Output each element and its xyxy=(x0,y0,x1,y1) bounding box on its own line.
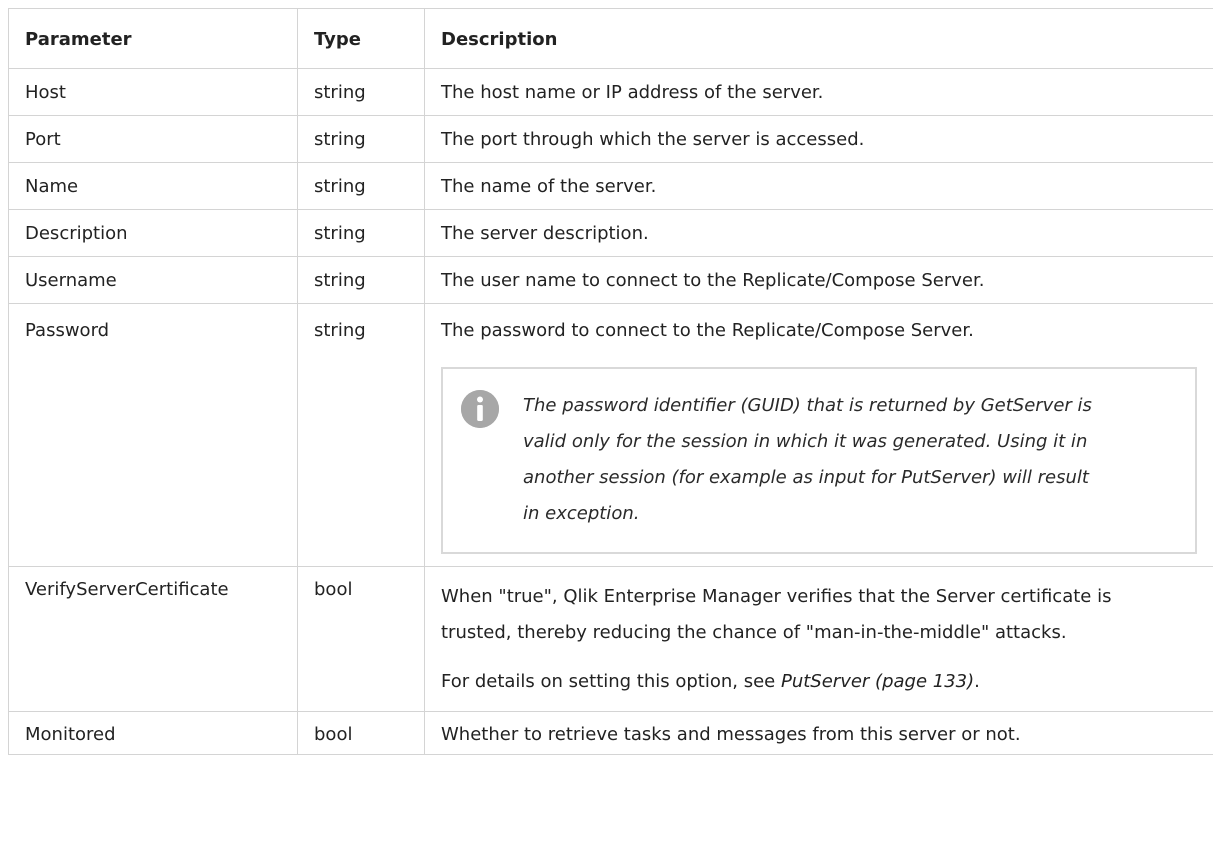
info-icon-glyph xyxy=(461,390,499,428)
table-row-description: Description string The server descriptio… xyxy=(8,209,1213,257)
description-cell: The port through which the server is acc… xyxy=(424,115,1213,163)
details-text: For details on setting this option, see … xyxy=(441,667,1197,697)
description-cell: Whether to retrieve tasks and messages f… xyxy=(424,711,1213,755)
description-text: The password to connect to the Replicate… xyxy=(441,320,974,341)
parameter-cell: Password xyxy=(8,303,298,567)
putserver-link[interactable]: PutServer (page 133) xyxy=(781,671,974,692)
table-row-password: Password string The password to connect … xyxy=(8,303,1213,567)
parameter-cell: VerifyServerCertificate xyxy=(8,566,298,712)
parameter-cell: Name xyxy=(8,162,298,210)
description-cell: The password to connect to the Replicate… xyxy=(424,303,1213,567)
table-row-verifyservercertificate: VerifyServerCertificate bool When "true"… xyxy=(8,566,1213,712)
parameter-text: Password xyxy=(25,320,110,341)
type-cell: string xyxy=(297,303,425,567)
table-row-name: Name string The name of the server. xyxy=(8,162,1213,210)
description-text: When "true", Qlik Enterprise Manager ver… xyxy=(441,586,1112,643)
table-row-port: Port string The port through which the s… xyxy=(8,115,1213,163)
parameter-cell: Monitored xyxy=(8,711,298,755)
description-cell: The server description. xyxy=(424,209,1213,257)
parameter-cell: Host xyxy=(8,68,298,116)
table-header-row: Parameter Type Description xyxy=(8,8,1213,69)
info-icon xyxy=(461,390,499,428)
table-row-username: Username string The user name to connect… xyxy=(8,256,1213,304)
parameter-cell: Username xyxy=(8,256,298,304)
description-cell: The host name or IP address of the serve… xyxy=(424,68,1213,116)
note-text: The password identifier (GUID) that is r… xyxy=(523,395,1092,524)
details-suffix: . xyxy=(974,671,980,692)
parameter-cell: Port xyxy=(8,115,298,163)
table-row-monitored: Monitored bool Whether to retrieve tasks… xyxy=(8,711,1213,755)
type-cell: string xyxy=(297,162,425,210)
table-row-host: Host string The host name or IP address … xyxy=(8,68,1213,116)
type-cell: string xyxy=(297,256,425,304)
parameters-table: Parameter Type Description Host string T… xyxy=(8,8,1213,755)
type-cell: bool xyxy=(297,711,425,755)
header-parameter: Parameter xyxy=(8,8,298,69)
type-cell: string xyxy=(297,68,425,116)
description-cell: When "true", Qlik Enterprise Manager ver… xyxy=(424,566,1213,712)
parameter-cell: Description xyxy=(8,209,298,257)
type-text: string xyxy=(314,320,366,341)
header-type: Type xyxy=(297,8,425,69)
type-cell: string xyxy=(297,209,425,257)
type-cell: bool xyxy=(297,566,425,712)
description-cell: The name of the server. xyxy=(424,162,1213,210)
details-prefix: For details on setting this option, see xyxy=(441,671,781,692)
type-cell: string xyxy=(297,115,425,163)
description-cell: The user name to connect to the Replicat… xyxy=(424,256,1213,304)
note-box: The password identifier (GUID) that is r… xyxy=(441,367,1197,554)
header-description: Description xyxy=(424,8,1213,69)
